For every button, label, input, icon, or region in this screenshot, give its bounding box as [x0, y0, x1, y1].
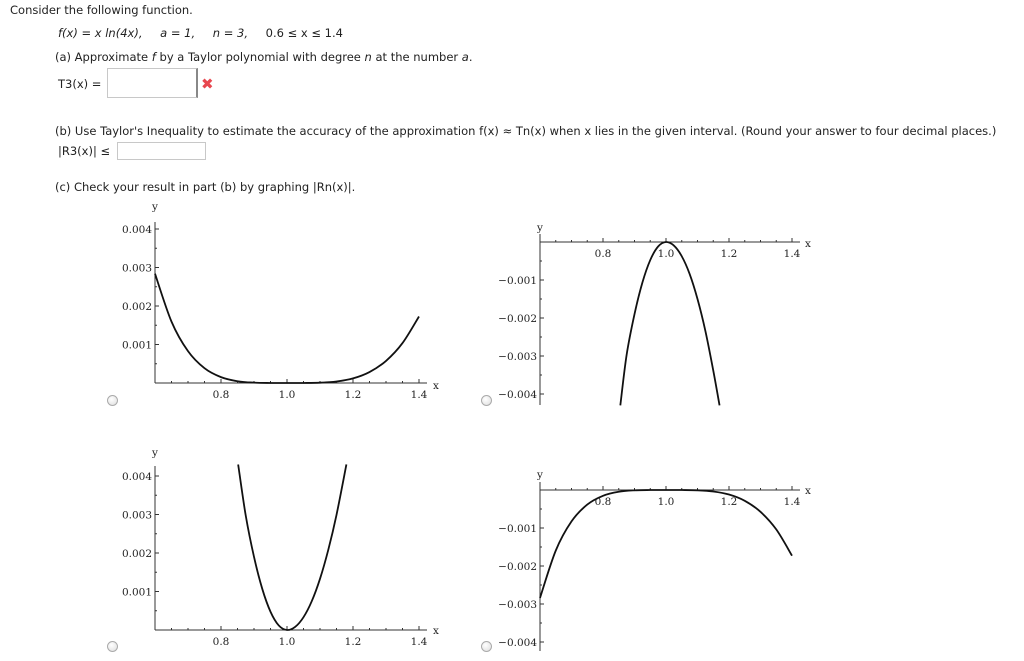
x-tick-label: 1.0 — [279, 636, 296, 648]
y-tick-label: −0.004 — [498, 637, 537, 649]
x-tick-label: 1.0 — [658, 496, 675, 508]
remainder-curve — [237, 464, 348, 631]
y-tick-label: 0.003 — [122, 510, 152, 522]
x-tick-label: 1.4 — [784, 248, 801, 260]
x-tick-label: 1.0 — [658, 248, 675, 260]
x-axis-label: x — [433, 380, 439, 392]
x-axis-label: x — [805, 238, 811, 250]
graph-option-4-radio[interactable] — [481, 641, 492, 652]
y-axis-label: y — [151, 447, 158, 459]
x-tick-label: 1.2 — [345, 389, 362, 401]
remainder-curve — [619, 241, 721, 406]
graph-option-2-radio[interactable] — [481, 395, 492, 406]
y-tick-label: 0.001 — [122, 340, 152, 352]
graph-1: 0.8 1.0 1.2 1.4 0.001 0.002 0.003 0.004 y x — [122, 201, 439, 401]
graph-option-3-radio[interactable] — [107, 641, 118, 652]
y-tick-label: −0.004 — [498, 389, 537, 401]
y-tick-label: 0.002 — [122, 301, 152, 313]
y-tick-label: −0.003 — [498, 351, 537, 363]
y-tick-label: −0.003 — [498, 599, 537, 611]
x-tick-label: 1.4 — [784, 496, 801, 508]
y-tick-label: 0.004 — [122, 471, 152, 483]
y-tick-label: 0.002 — [122, 548, 152, 560]
y-axis-label: y — [536, 222, 543, 234]
graph-4: 0.8 1.0 1.2 1.4−0.001−0.002−0.003−0.004yx — [498, 469, 811, 651]
x-tick-label: 1.2 — [345, 636, 362, 648]
y-axis-label: y — [151, 201, 158, 213]
x-axis-label: x — [805, 485, 811, 497]
x-tick-label: 1.2 — [721, 496, 738, 508]
graph-3: 0.8 1.0 1.2 1.4 0.001 0.002 0.003 0.004 y x — [122, 447, 439, 648]
y-tick-label: −0.002 — [498, 561, 537, 573]
x-tick-label: 1.0 — [279, 389, 296, 401]
y-tick-label: −0.001 — [498, 523, 537, 535]
graph-2: 0.8 1.0 1.2 1.4 −0.001 −0.002 −0.003 −0.004 y x — [498, 222, 811, 406]
x-tick-label: 0.8 — [595, 248, 612, 260]
remainder-curve — [154, 273, 420, 384]
y-tick-label: 0.003 — [122, 263, 152, 275]
x-axis-label: x — [433, 625, 439, 637]
graph-option-1-radio[interactable] — [107, 395, 118, 406]
x-tick-label: 0.8 — [213, 389, 230, 401]
x-tick-label: 1.2 — [721, 248, 738, 260]
y-axis-label: y — [536, 469, 543, 481]
x-tick-label: 1.4 — [411, 389, 428, 401]
graph-choices: 0.8 1.0 1.2 1.4 0.001 0.002 0.003 0.004 y x 0.8 1.0… — [122, 201, 811, 651]
y-tick-label: −0.002 — [498, 313, 537, 325]
y-tick-label: 0.004 — [122, 224, 152, 236]
x-tick-label: 1.4 — [411, 636, 428, 648]
y-tick-label: 0.001 — [122, 587, 152, 599]
y-tick-label: −0.001 — [498, 275, 537, 287]
x-tick-label: 0.8 — [213, 636, 230, 648]
